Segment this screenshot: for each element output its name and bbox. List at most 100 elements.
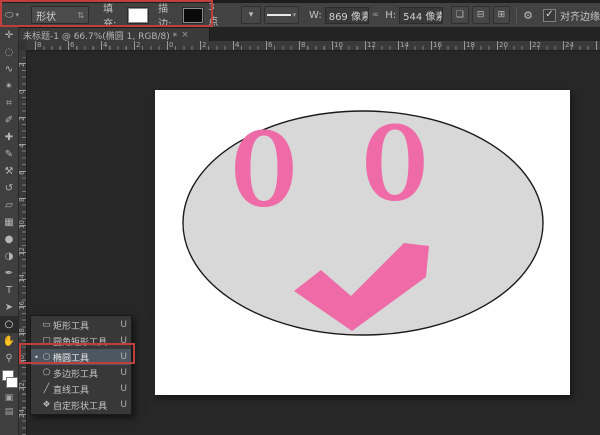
h-ruler-number: 4 xyxy=(103,41,107,49)
spot-healing-tool[interactable]: ✚ xyxy=(0,129,18,146)
v-ruler-number: 12 xyxy=(18,247,26,256)
document-tab[interactable]: 未标题-1 @ 66.7%(椭圆 1, RGB/8) * × xyxy=(18,27,210,42)
h-ruler-number: 12 xyxy=(367,41,376,49)
height-input[interactable]: 544 像素 xyxy=(399,7,443,24)
quick-mask-button[interactable]: ▣ xyxy=(0,391,18,405)
path-operations-button[interactable]: ❏ xyxy=(451,6,469,24)
flyout-item-rounded-rectangle-tool[interactable]: ▢圆角矩形工具U xyxy=(31,333,131,349)
width-input[interactable]: 869 像素 xyxy=(325,7,369,24)
polygon-tool-icon: ⬠ xyxy=(40,368,53,378)
lasso-tool[interactable]: ∿ xyxy=(0,61,18,78)
letter-o-left: O xyxy=(232,110,296,229)
path-arrangement-icon: ⊞ xyxy=(498,10,506,20)
flyout-item-line-tool[interactable]: ╱直线工具U xyxy=(31,381,131,397)
h-ruler-number: 6 xyxy=(268,41,272,49)
ellipse-tool-icon: ○ xyxy=(40,352,53,362)
link-dimensions-icon[interactable]: ∞ xyxy=(372,10,380,20)
v-ruler-number: 4 xyxy=(18,144,26,148)
shape-layer: O O xyxy=(155,90,570,395)
ellipse-shape-tool[interactable]: ○ xyxy=(0,316,18,333)
history-brush-tool[interactable]: ↺ xyxy=(0,180,18,197)
horizontal-ruler[interactable]: 8642024681012141618202224 xyxy=(18,41,600,51)
screen-mode-button[interactable]: ▤ xyxy=(0,405,18,419)
chevron-down-icon: ▾ xyxy=(293,11,297,19)
v-ruler-number: 16 xyxy=(18,301,26,310)
width-label: W: xyxy=(309,10,322,21)
path-selection-tool[interactable]: ➤ xyxy=(0,299,18,316)
updown-arrow-icon: ⇅ xyxy=(77,11,84,20)
path-alignment-button[interactable]: ⊟ xyxy=(472,6,490,24)
blur-tool[interactable]: ● xyxy=(0,231,18,248)
line-style-dropdown[interactable]: ▾ xyxy=(264,6,299,24)
selected-bullet-icon: • xyxy=(33,353,40,362)
fill-swatch[interactable] xyxy=(128,8,148,23)
vertical-ruler[interactable]: 2024681012141618202224 xyxy=(18,50,27,435)
h-ruler-number: 8 xyxy=(37,41,41,49)
close-tab-icon[interactable]: × xyxy=(181,30,189,40)
document-canvas[interactable]: O O xyxy=(155,90,570,395)
solid-line-icon xyxy=(267,14,291,16)
align-edges-checkbox[interactable]: ✓ 对齐边缘 xyxy=(543,8,600,23)
tool-preset-picker[interactable]: ⬭ ▾ xyxy=(5,10,19,21)
v-ruler-number: 14 xyxy=(18,274,26,283)
hand-tool[interactable]: ✋ xyxy=(0,333,18,350)
crop-tool[interactable]: ⌗ xyxy=(0,95,18,112)
stroke-label: 描边: xyxy=(158,0,180,30)
clone-stamp-tool[interactable]: ⚒ xyxy=(0,163,18,180)
shape-mode-dropdown[interactable]: 形状 ⇅ xyxy=(31,6,89,24)
h-ruler-number: 16 xyxy=(433,41,442,49)
path-alignment-icon: ⊟ xyxy=(477,10,485,20)
rectangle-tool-icon: ▭ xyxy=(40,320,53,330)
quick-selection-tool[interactable]: ✴ xyxy=(0,78,18,95)
brush-tool[interactable]: ✎ xyxy=(0,146,18,163)
stroke-width-value[interactable]: 3 点 xyxy=(208,2,226,28)
ellipse-tool-icon: ⬭ xyxy=(5,10,14,21)
background-color-swatch[interactable] xyxy=(6,377,18,388)
h-ruler-number: 20 xyxy=(499,41,508,49)
v-ruler-number: 24 xyxy=(18,409,26,418)
align-edges-label: 对齐边缘 xyxy=(560,8,600,23)
type-tool[interactable]: T xyxy=(0,282,18,299)
eraser-tool[interactable]: ▱ xyxy=(0,197,18,214)
h-ruler-number: 8 xyxy=(301,41,305,49)
v-ruler-number: 0 xyxy=(18,90,26,94)
stroke-swatch[interactable] xyxy=(183,8,203,23)
foreground-background-swatches[interactable] xyxy=(0,369,18,391)
v-ruler-number: 8 xyxy=(18,198,26,202)
v-ruler-number: 2 xyxy=(18,117,26,121)
chevron-down-icon: ▾ xyxy=(16,11,20,19)
rounded-rectangle-tool-icon: ▢ xyxy=(40,336,53,346)
h-ruler-number: 2 xyxy=(202,41,206,49)
height-label: H: xyxy=(385,10,396,21)
eyedropper-tool[interactable]: ✐ xyxy=(0,112,18,129)
pen-tool[interactable]: ✒ xyxy=(0,265,18,282)
line-tool-icon: ╱ xyxy=(40,384,53,394)
custom-shape-tool-icon: ❖ xyxy=(40,400,53,410)
v-ruler-number: 22 xyxy=(18,382,26,391)
h-ruler-number: 22 xyxy=(532,41,541,49)
gradient-tool[interactable]: ▦ xyxy=(0,214,18,231)
h-ruler-number: 14 xyxy=(400,41,409,49)
v-ruler-number: 18 xyxy=(18,328,26,337)
marquee-tool[interactable]: ◌ xyxy=(0,44,18,61)
document-tab-title: 未标题-1 @ 66.7%(椭圆 1, RGB/8) * xyxy=(23,29,177,42)
flyout-item-rectangle-tool[interactable]: ▭矩形工具U xyxy=(31,317,131,333)
dodge-tool[interactable]: ◑ xyxy=(0,248,18,265)
v-ruler-number: 6 xyxy=(18,171,26,175)
flyout-item-polygon-tool[interactable]: ⬠多边形工具U xyxy=(31,365,131,381)
gear-icon[interactable]: ⚙ xyxy=(523,9,533,22)
chevron-down-icon: ▾ xyxy=(249,10,254,20)
flyout-item-custom-shape-tool[interactable]: ❖自定形状工具U xyxy=(31,397,131,413)
h-ruler-number: 10 xyxy=(334,41,343,49)
zoom-tool[interactable]: ⚲ xyxy=(0,350,18,367)
h-ruler-number: 0 xyxy=(169,41,173,49)
move-tool[interactable]: ✛ xyxy=(0,27,18,44)
stroke-options-dropdown[interactable]: ▾ xyxy=(241,6,261,24)
v-ruler-number: 2 xyxy=(18,63,26,67)
flyout-item-ellipse-tool[interactable]: •○椭圆工具U xyxy=(31,349,131,365)
v-ruler-number: 20 xyxy=(18,355,26,364)
divider xyxy=(516,7,517,23)
shape-mode-label: 形状 xyxy=(36,8,56,23)
path-arrangement-button[interactable]: ⊞ xyxy=(493,6,511,24)
fill-label: 填充: xyxy=(103,0,125,30)
